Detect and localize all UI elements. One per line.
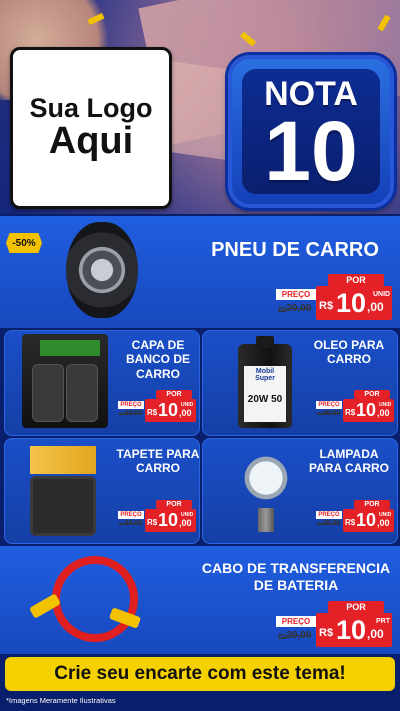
oil-brand: Mobil Super	[255, 368, 275, 382]
badge-number: 10	[264, 104, 358, 198]
product-price-tag: POR PREÇO R$20,00 R$ 10 ,00 UNID	[118, 500, 196, 532]
price-integer: 10	[336, 615, 367, 645]
bottom-price-tag: POR PREÇO R$20,00 R$ 10 ,00 PRT	[276, 601, 392, 647]
product-title: TAPETE PARA CARRO	[116, 447, 200, 476]
footnote: *Imagens Meramente Ilustrativas	[6, 696, 116, 705]
current-price: R$ 10 ,00 PRT	[316, 613, 392, 647]
product-price-tag: POR PREÇO R$20,00 R$ 10 ,00 UNID	[118, 390, 196, 422]
hero-banner: Sua Logo Aqui NOTA 10	[0, 0, 400, 214]
currency: R$	[147, 518, 158, 527]
old-price: R$20,00	[119, 520, 143, 527]
price-unit: UNID	[379, 512, 392, 518]
por-label: POR	[354, 390, 390, 399]
por-label: POR	[156, 500, 192, 509]
por-label: POR	[328, 274, 384, 286]
product-title: CAPA DE BANCO DE CARRO	[125, 338, 190, 381]
price-decimal: ,00	[179, 518, 192, 528]
price-decimal: ,00	[367, 627, 384, 641]
current-price: R$ 10 ,00 UNID	[316, 286, 392, 320]
price-unit: UNID	[181, 512, 194, 518]
price-integer: 10	[158, 510, 179, 530]
por-label: POR	[156, 390, 192, 399]
current-price: R$ 10 ,00 UNID	[145, 509, 196, 532]
old-price: R$20,00	[317, 520, 341, 527]
price-unit: PRT	[376, 618, 390, 625]
featured-title: PNEU DE CARRO	[211, 239, 379, 261]
preco-label: PREÇO	[316, 401, 342, 409]
logo-line2: Aqui	[48, 120, 134, 163]
old-price: R$20,00	[119, 410, 143, 417]
price-decimal: ,00	[367, 300, 384, 314]
preco-label: PREÇO	[118, 401, 144, 409]
price-unit: UNID	[379, 402, 392, 408]
tire-image	[66, 222, 138, 318]
headlight-bulb-image	[236, 454, 296, 514]
currency: R$	[319, 300, 334, 312]
por-label: POR	[354, 500, 390, 509]
logo-placeholder[interactable]: Sua Logo Aqui	[10, 47, 172, 209]
price-integer: 10	[336, 288, 367, 318]
preco-label: PREÇO	[276, 616, 316, 627]
product-title: LAMPADA PARA CARRO	[309, 447, 389, 476]
product-price-tag: POR PREÇO R$20,00 R$ 10 ,00 UNID	[316, 390, 394, 422]
price-decimal: ,00	[377, 408, 390, 418]
old-price: R$20,00	[278, 303, 312, 314]
product-price-tag: POR PREÇO R$20,00 R$ 10 ,00 UNID	[316, 500, 394, 532]
price-integer: 10	[356, 400, 377, 420]
product-title: OLEO PARA CARRO	[313, 338, 385, 367]
currency: R$	[345, 408, 356, 417]
logo-line1: Sua Logo	[29, 92, 153, 123]
current-price: R$ 10 ,00 UNID	[343, 399, 394, 422]
jumper-cable-image	[52, 556, 138, 642]
cta-banner[interactable]: Crie seu encarte com este tema!	[5, 657, 395, 691]
old-price: R$20,00	[317, 410, 341, 417]
currency: R$	[147, 408, 158, 417]
currency: R$	[319, 627, 334, 639]
preco-label: PREÇO	[316, 511, 342, 519]
car-mat-image	[30, 476, 96, 536]
oil-viscosity: 20W 50	[247, 394, 283, 405]
bottom-title: CABO DE TRANSFERENCIA DE BATERIA	[201, 560, 391, 593]
price-unit: UNID	[373, 291, 391, 298]
current-price: R$ 10 ,00 UNID	[343, 509, 394, 532]
currency: R$	[345, 518, 356, 527]
price-decimal: ,00	[179, 408, 192, 418]
price-integer: 10	[356, 510, 377, 530]
price-unit: UNID	[181, 402, 194, 408]
featured-price-tag: POR PREÇO R$20,00 R$ 10 ,00 UNID	[276, 274, 392, 320]
bulb-base-image	[258, 508, 274, 532]
discount-badge: -50%	[6, 233, 42, 253]
current-price: R$ 10 ,00 UNID	[145, 399, 196, 422]
oil-bottle-image: Mobil Super 20W 50	[238, 336, 292, 428]
por-label: POR	[328, 601, 384, 613]
price-decimal: ,00	[377, 518, 390, 528]
seat-cover-image	[22, 334, 108, 428]
preco-label: PREÇO	[118, 511, 144, 519]
mat-box-image	[30, 446, 96, 474]
preco-label: PREÇO	[276, 289, 316, 300]
price-integer: 10	[158, 400, 179, 420]
old-price: R$20,00	[278, 630, 312, 641]
nota-10-badge: NOTA 10	[228, 55, 394, 208]
